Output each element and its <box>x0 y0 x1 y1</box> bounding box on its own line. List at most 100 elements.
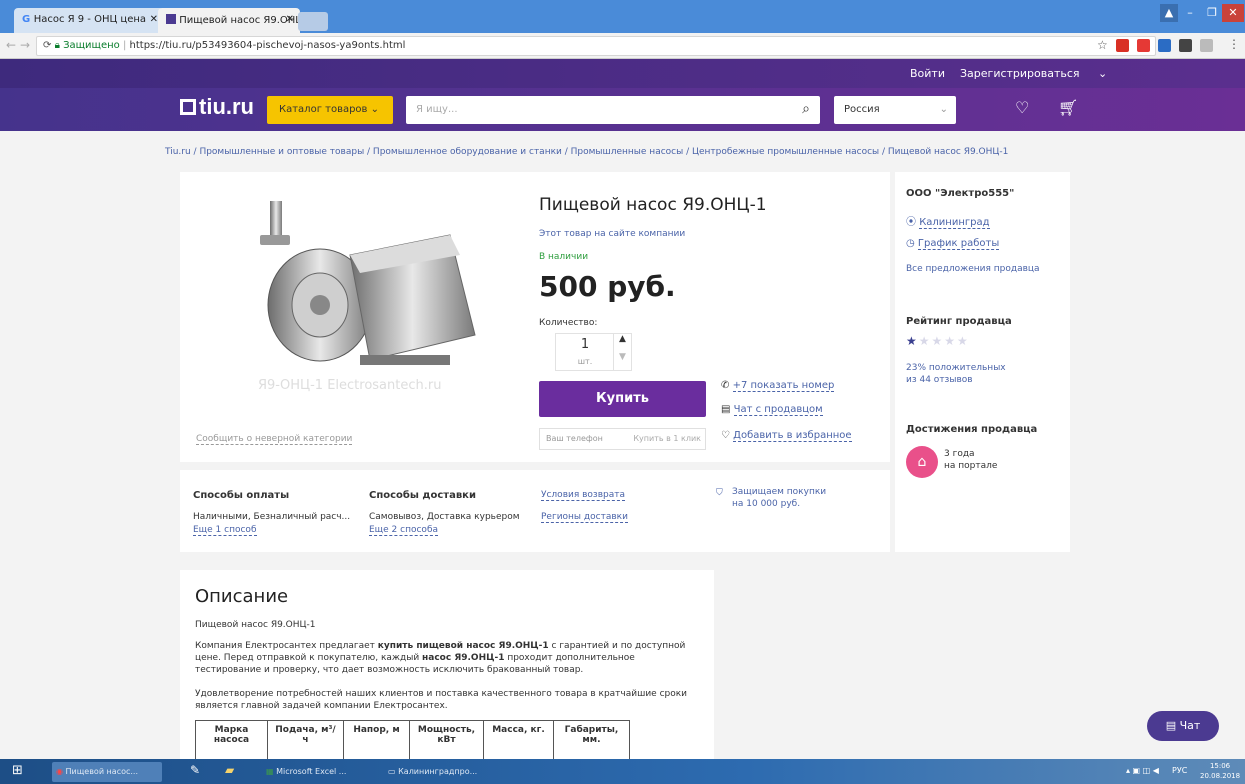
cart-icon[interactable]: 🛒︎ <box>1058 98 1078 117</box>
achievements-title: Достижения продавца <box>906 424 1038 435</box>
buyer-protection[interactable]: ⛉ Защищаем покупки на 10 000 руб. <box>716 486 826 510</box>
address-bar-row: ← → ⟳ 🔒︎ Защищено | https://tiu.ru/p5349… <box>0 33 1245 59</box>
chat-icon: ▤ <box>1165 719 1177 732</box>
quantity-value[interactable]: 1 <box>556 337 614 352</box>
description-paragraph: Удовлетворение потребностей наших клиент… <box>195 689 688 711</box>
chat-icon: ▤ <box>721 404 731 415</box>
show-phone-link[interactable]: +7 показать номер <box>732 380 835 392</box>
all-offers-link[interactable]: Все предложения продавца <box>906 264 1040 274</box>
quantity-unit: шт. <box>577 357 593 366</box>
search-icon[interactable]: ⌕ <box>802 101 810 117</box>
search-input[interactable]: Я ищу... ⌕ <box>406 96 820 124</box>
table-header: Габариты, мм. <box>553 720 630 761</box>
phone-placeholder: Ваш телефон <box>546 434 603 443</box>
paint-icon[interactable]: ✎ <box>190 763 200 777</box>
url-field[interactable]: ⟳ 🔒︎ Защищено | https://tiu.ru/p53493604… <box>36 36 1156 56</box>
one-click-button[interactable]: Купить в 1 клик <box>633 434 701 443</box>
chevron-down-icon: ⌄ <box>370 104 380 115</box>
table-header: Масса, кг. <box>483 720 554 761</box>
heart-icon[interactable]: ♡ <box>1015 98 1029 117</box>
description-subtitle: Пищевой насос Я9.ОНЦ-1 <box>195 620 316 630</box>
reload-icon[interactable]: ⟳ <box>43 40 55 51</box>
maximize-button[interactable]: ❐ <box>1202 4 1222 22</box>
google-icon: G <box>22 14 34 25</box>
chat-seller-link[interactable]: Чат с продавцом <box>733 404 823 416</box>
register-link[interactable]: Зарегистрироваться <box>960 67 1080 80</box>
quantity-label: Количество: <box>539 318 598 328</box>
windows-start-icon[interactable]: ⊞ <box>12 763 23 778</box>
rating-positive: 23% положительных <box>906 363 1006 373</box>
rating-summary[interactable]: 23% положительных из 44 отзывов <box>906 362 1006 386</box>
extension-icon[interactable] <box>1158 39 1171 52</box>
new-tab-button[interactable] <box>298 12 328 31</box>
seller-city-link[interactable]: Калининград <box>919 217 990 229</box>
add-favorite-link[interactable]: Добавить в избранное <box>733 430 852 442</box>
delivery-regions-link[interactable]: Регионы доставки <box>541 512 628 523</box>
show-phone-row[interactable]: ✆ +7 показать номер <box>721 380 835 392</box>
product-image[interactable] <box>250 195 480 385</box>
star-icon: ★ <box>906 334 919 348</box>
rating-count: из 44 отзывов <box>906 375 973 385</box>
chat-button[interactable]: ▤ Чат <box>1147 711 1219 741</box>
increase-icon[interactable]: ▲ <box>613 334 631 352</box>
extension-icon[interactable] <box>1179 39 1192 52</box>
language-indicator[interactable]: РУС <box>1172 766 1187 775</box>
company-site-link[interactable]: Этот товар на сайте компании <box>539 229 685 239</box>
tray-icons[interactable]: ▴ ▣ ◫ ◀ <box>1126 766 1159 775</box>
breadcrumb[interactable]: Tiu.ru / Промышленные и оптовые товары /… <box>165 147 1065 157</box>
report-category-link[interactable]: Сообщить о неверной категории <box>196 434 353 445</box>
star-icon[interactable]: ☆ <box>1097 38 1108 52</box>
delivery-more-link[interactable]: Еще 2 способа <box>369 525 439 536</box>
extension-icon[interactable] <box>1116 39 1129 52</box>
seller-city-row[interactable]: ⦿ Калининград <box>906 213 990 229</box>
taskbar-item[interactable]: ▦ Microsoft Excel ... <box>262 762 382 782</box>
taskbar-item[interactable]: ◉ Пищевой насос... <box>52 762 162 782</box>
minimize-button[interactable]: – <box>1180 4 1200 22</box>
region-select[interactable]: Россия ⌄ <box>834 96 956 124</box>
extension-icon[interactable] <box>1200 39 1213 52</box>
return-policy-link[interactable]: Условия возврата <box>541 490 626 501</box>
favicon-icon <box>166 14 176 24</box>
add-favorite-row[interactable]: ♡ Добавить в избранное <box>721 430 852 442</box>
extension-icon[interactable] <box>1137 39 1150 52</box>
quantity-stepper[interactable]: 1 шт. ▲ ▼ <box>555 333 632 371</box>
schedule-row[interactable]: ◷ График работы <box>906 238 1000 250</box>
browser-tab[interactable]: G Насос Я 9 - ОНЦ цена ✕ <box>14 8 164 33</box>
menu-icon[interactable]: ⋮ <box>1228 37 1240 51</box>
payment-title: Способы оплаты <box>193 490 290 501</box>
spec-table: Марка насоса Подача, м³/ч Напор, м Мощно… <box>195 720 630 761</box>
login-link[interactable]: Войти <box>910 67 945 80</box>
clock-icon: ◷ <box>906 238 915 249</box>
payment-more-link[interactable]: Еще 1 способ <box>193 525 257 536</box>
excel-icon: ▦ <box>266 767 274 776</box>
description-title: Описание <box>195 586 289 607</box>
browser-tab-active[interactable]: Пищевой насос Я9.ОНЦ ✕ <box>158 8 300 33</box>
phone-field[interactable]: Ваш телефон Купить в 1 клик <box>539 428 706 450</box>
seller-name[interactable]: ООО "Электро555" <box>906 188 1014 199</box>
taskbar-item[interactable]: ▭ Калининградпро... <box>384 762 504 782</box>
decrease-icon[interactable]: ▼ <box>613 352 631 370</box>
lock-icon: 🔒︎ <box>54 40 60 51</box>
forward-icon[interactable]: → <box>20 38 30 52</box>
window-close-button[interactable]: ✕ <box>1222 4 1244 22</box>
user-icon[interactable]: ▲ <box>1160 4 1178 22</box>
table-header: Напор, м <box>343 720 410 761</box>
report-label: Сообщить о неверной категории <box>196 434 353 445</box>
buy-button[interactable]: Купить <box>539 381 706 417</box>
close-icon[interactable]: ✕ <box>150 14 158 25</box>
catalog-button[interactable]: Каталог товаров ⌄ <box>267 96 393 124</box>
chat-seller-row[interactable]: ▤ Чат с продавцом <box>721 404 823 416</box>
schedule-link[interactable]: График работы <box>917 238 1000 250</box>
clock[interactable]: 15:06 20.08.2018 <box>1200 761 1240 781</box>
chevron-down-icon: ⌄ <box>939 104 948 115</box>
close-icon[interactable]: ✕ <box>286 14 294 25</box>
site-logo[interactable]: tiu.ru <box>180 94 254 120</box>
star-icon: ★★★★ <box>918 334 970 348</box>
phone-icon: ✆ <box>721 380 730 391</box>
back-icon[interactable]: ← <box>6 38 16 52</box>
chat-label: Чат <box>1179 719 1201 732</box>
region-label: Россия <box>844 104 880 115</box>
table-header: Марка насоса <box>195 720 268 761</box>
description-paragraph: Компания Електросантех предлагает купить… <box>195 641 686 675</box>
folder-icon[interactable]: ▰ <box>225 763 234 777</box>
